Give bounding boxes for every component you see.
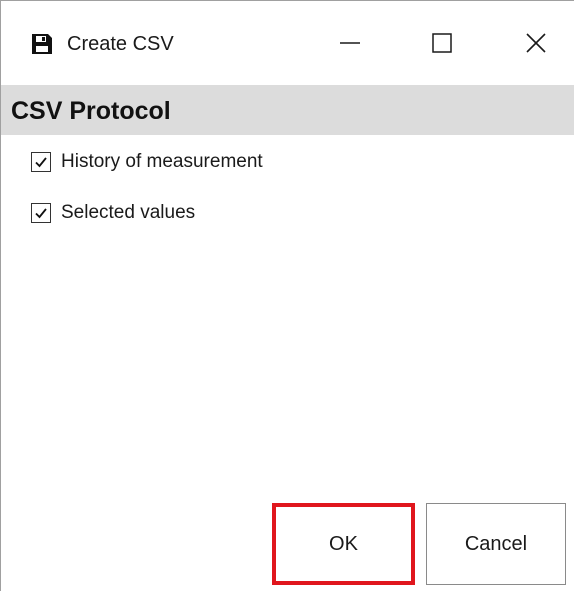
history-of-measurement-label: History of measurement	[61, 151, 263, 172]
selected-values-option[interactable]: Selected values	[31, 198, 195, 228]
close-button[interactable]	[506, 15, 566, 71]
window-title: Create CSV	[67, 33, 174, 55]
close-icon	[525, 32, 547, 54]
minimize-icon	[339, 32, 361, 54]
cancel-button[interactable]: Cancel	[426, 503, 566, 585]
section-header: CSV Protocol	[1, 85, 574, 135]
selected-values-checkbox[interactable]	[31, 203, 51, 223]
selected-values-label: Selected values	[61, 202, 196, 223]
maximize-button[interactable]	[412, 15, 472, 71]
title-bar[interactable]: Create CSV	[1, 1, 574, 85]
maximize-icon	[431, 32, 453, 54]
save-icon	[31, 33, 53, 55]
create-csv-dialog: Create CSV CSV Protocol History of measu…	[0, 0, 574, 591]
minimize-button[interactable]	[320, 15, 380, 71]
history-of-measurement-checkbox[interactable]	[31, 152, 51, 172]
section-title: CSV Protocol	[11, 97, 171, 125]
ok-button[interactable]: OK	[272, 503, 415, 585]
history-of-measurement-option[interactable]: History of measurement	[31, 147, 263, 177]
checkmark-icon	[35, 157, 47, 168]
checkmark-icon	[35, 208, 47, 219]
